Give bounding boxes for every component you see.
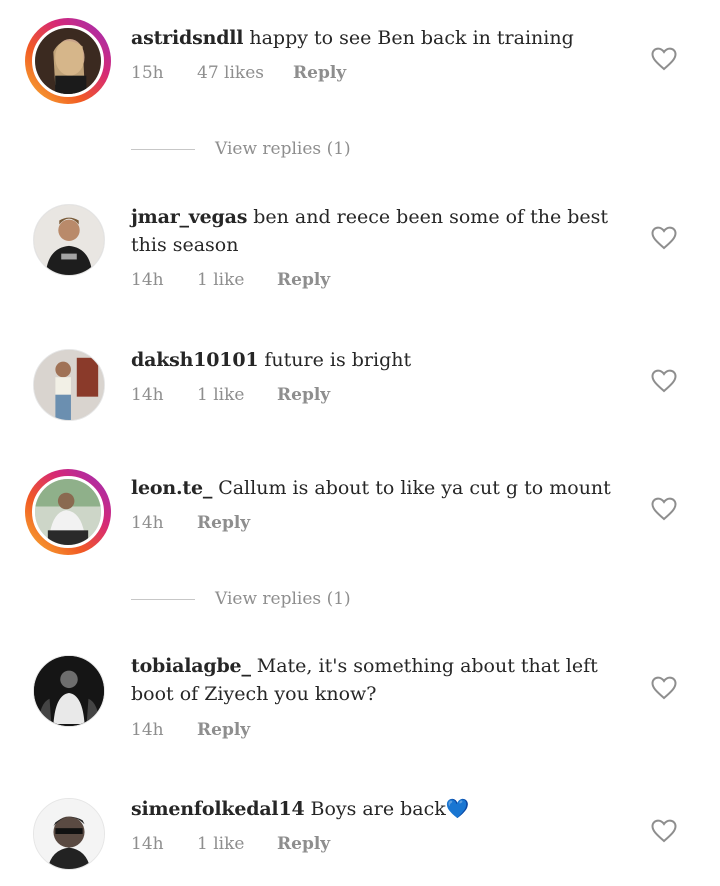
comment-likes[interactable]: 1 like [197,834,277,854]
comment-username[interactable]: tobialagbe_ [131,655,251,677]
like-button[interactable] [651,369,677,393]
avatar-frame[interactable] [25,647,111,733]
comment-username[interactable]: leon.te_ [131,477,212,499]
avatar [33,798,105,870]
like-button[interactable] [651,226,677,250]
comment-text: jmar_vegas ben and reece been some of the… [131,203,621,259]
comment-likes[interactable]: 1 like [197,385,277,405]
divider-line [131,148,195,150]
avatar-story-ring[interactable] [25,469,111,555]
like-button[interactable] [651,497,677,521]
comment-username[interactable]: daksh10101 [131,349,259,371]
comment-meta: 14h Reply [131,720,250,740]
like-button[interactable] [651,47,677,71]
avatar [33,349,105,421]
avatar-photo-icon [34,799,104,869]
comment-time: 14h [131,385,164,405]
comment-username[interactable]: jmar_vegas [131,206,247,228]
comment-time: 14h [131,513,164,533]
comment-time: 14h [131,720,164,740]
comments-list: astridsndll happy to see Ben back in trai… [0,0,720,886]
reply-button[interactable]: Reply [277,385,330,405]
like-button[interactable] [651,676,677,700]
blue-heart-emoji: 💙 [445,798,470,820]
comment-time: 14h [131,834,164,854]
avatar-frame[interactable] [25,341,111,427]
comment-time: 15h [131,63,164,83]
heart-outline-icon [651,819,677,843]
comment-meta: 14h Reply [131,513,250,533]
avatar-photo-icon [34,350,104,420]
avatar-photo-icon [34,656,104,726]
reply-button[interactable]: Reply [277,834,330,854]
heart-outline-icon [651,369,677,393]
avatar-photo-icon [34,205,104,275]
like-button[interactable] [651,819,677,843]
comment-text: simenfolkedal14 Boys are back💙 [131,795,621,823]
reply-button[interactable]: Reply [293,63,346,83]
avatar-photo-icon [35,28,101,94]
comment-text: daksh10101 future is bright [131,346,621,374]
avatar [33,204,105,276]
comment-username[interactable]: simenfolkedal14 [131,798,305,820]
view-replies-label: View replies (1) [215,139,351,159]
heart-outline-icon [651,676,677,700]
comment-meta: 14h 1 like Reply [131,270,330,290]
comment-meta: 14h 1 like Reply [131,834,330,854]
heart-outline-icon [651,47,677,71]
reply-button[interactable]: Reply [277,270,330,290]
heart-outline-icon [651,226,677,250]
reply-button[interactable]: Reply [197,720,250,740]
avatar-story-ring[interactable] [25,18,111,104]
comment-time: 14h [131,270,164,290]
comment-body: future is bright [264,349,412,371]
heart-outline-icon [651,497,677,521]
comment-likes[interactable]: 1 like [197,270,277,290]
comment-meta: 14h 1 like Reply [131,385,330,405]
comment-body: happy to see Ben back in training [249,27,574,49]
avatar-frame[interactable] [25,790,111,876]
avatar [33,655,105,727]
comment-body: Callum is about to like ya cut g to moun… [218,477,611,499]
avatar [32,476,104,548]
avatar-photo-icon [35,479,101,545]
divider-line [131,598,195,600]
comment-likes[interactable]: 47 likes [197,63,293,83]
reply-button[interactable]: Reply [197,513,250,533]
comment-body: Boys are back [310,798,446,820]
view-replies-button[interactable]: View replies (1) [131,589,351,609]
view-replies-label: View replies (1) [215,589,351,609]
view-replies-button[interactable]: View replies (1) [131,139,351,159]
comment-username[interactable]: astridsndll [131,27,244,49]
avatar-frame[interactable] [25,196,111,282]
avatar [32,25,104,97]
comment-text: tobialagbe_ Mate, it's something about th… [131,652,621,708]
comment-text: leon.te_ Callum is about to like ya cut g… [131,474,621,502]
comment-meta: 15h 47 likes Reply [131,63,346,83]
comment-text: astridsndll happy to see Ben back in trai… [131,24,621,52]
